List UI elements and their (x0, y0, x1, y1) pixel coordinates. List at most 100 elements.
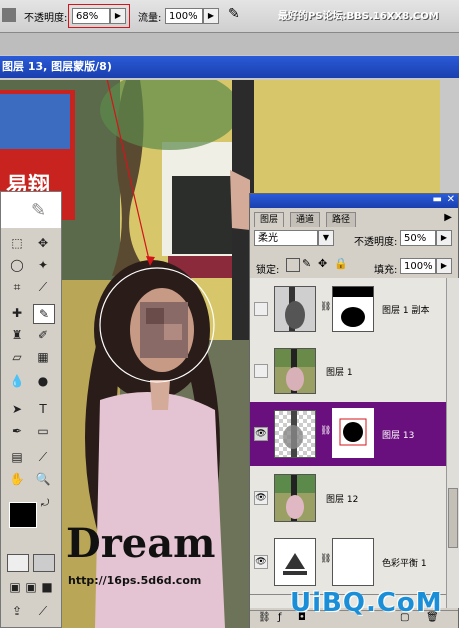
flow-label: 流量: (138, 13, 162, 24)
blur-tool-icon[interactable]: 💧 (7, 372, 27, 390)
layer-mask-thumbnail[interactable] (332, 538, 374, 586)
lock-label: 锁定: (256, 265, 280, 276)
healing-brush-icon[interactable]: ✚ (7, 304, 27, 322)
lock-position-icon[interactable]: ✥ (318, 257, 327, 270)
pen-tool-icon[interactable]: ✒ (7, 422, 27, 440)
layer-mask-thumbnail[interactable] (332, 286, 374, 332)
quick-mask-button[interactable] (33, 554, 55, 572)
layer-thumbnail-image (283, 411, 303, 457)
type-tool-icon[interactable]: T (33, 400, 53, 418)
workspace-gap (0, 33, 459, 55)
options-bar: 不透明度: 68% ▶ 流量: 100% ▶ ✎ 最好的PS论坛:BBS.16X… (0, 0, 459, 33)
layer-thumbnail (274, 348, 316, 394)
flow-field[interactable]: 100% (165, 8, 203, 24)
document-title-bar[interactable]: 图层 13, 图层蒙版/8) (0, 56, 459, 78)
scrollbar-thumb[interactable] (448, 488, 458, 548)
magic-wand-icon[interactable]: ✦ (33, 256, 53, 274)
blend-mode-dropdown-button[interactable]: ▼ (318, 230, 334, 246)
tools-panel: ✎ ⬚ ✥ ◯ ✦ ⌗ ⟋ ✚ ✎ ♜ ✐ ▱ ▦ 💧 ● ➤ T ✒ ▭ ▤ … (0, 191, 62, 628)
layer-thumbnail-image (275, 349, 315, 393)
layer-mask-thumbnail[interactable] (332, 408, 374, 458)
layer-row[interactable]: 👁 ⛓ 色彩平衡 1 (250, 530, 446, 595)
layer-thumbnail (274, 286, 316, 332)
brush-preset-icon[interactable] (2, 8, 16, 22)
layer-thumbnail-image (275, 287, 315, 331)
history-brush-icon[interactable]: ✐ (33, 326, 53, 344)
mask-thumbnail-image (333, 287, 373, 331)
layer-name: 图层 12 (326, 495, 359, 505)
fill-field[interactable]: 100% (400, 258, 436, 274)
photo-dream-text: Dream (66, 520, 216, 567)
layer-opacity-dropdown-button[interactable]: ▶ (436, 230, 452, 246)
stamp-tool-icon[interactable]: ♜ (7, 326, 27, 344)
screen-mode-black-icon[interactable]: ■ (37, 578, 57, 596)
layers-panel-titlebar[interactable]: ▬ ✕ (250, 194, 458, 208)
gradient-tool-icon[interactable]: ▦ (33, 348, 53, 366)
layer-opacity-field[interactable]: 50% (400, 230, 436, 246)
visibility-toggle[interactable] (254, 302, 268, 316)
layer-style-icon[interactable]: ƒ (278, 612, 282, 623)
foreground-color-swatch[interactable] (9, 502, 37, 528)
lasso-tool-icon[interactable]: ◯ (7, 256, 27, 274)
blend-mode-select[interactable]: 柔光 (254, 230, 318, 246)
hand-tool-icon[interactable]: ✋ (7, 470, 27, 488)
zoom-tool-icon[interactable]: 🔍 (33, 470, 53, 488)
slice-tool-icon[interactable]: ⟋ (33, 278, 53, 296)
opacity-dropdown-button[interactable]: ▶ (110, 8, 126, 24)
crop-tool-icon[interactable]: ⌗ (7, 278, 27, 296)
minimize-icon[interactable]: ▬ (433, 194, 442, 205)
layers-list: ⛓ 图层 1 副本 图层 1 👁 ⛓ 图层 13 👁 图层 12 👁 ⛓ 色彩平… (250, 278, 446, 608)
brush-tool-icon[interactable]: ✎ (33, 304, 55, 324)
layer-thumbnail (274, 474, 316, 522)
opacity-field[interactable]: 68% (72, 8, 110, 24)
tools-header: ✎ (1, 192, 61, 228)
tab-paths[interactable]: 路径 (326, 212, 357, 227)
path-select-icon[interactable]: ➤ (7, 400, 27, 418)
visibility-toggle[interactable] (254, 364, 268, 378)
photo-url-text: http://16ps.5d6d.com (68, 574, 202, 587)
move-tool-icon[interactable]: ✥ (33, 234, 53, 252)
visibility-toggle[interactable]: 👁 (254, 491, 268, 505)
flow-dropdown-button[interactable]: ▶ (203, 8, 219, 24)
panel-menu-icon[interactable]: ▶ (444, 212, 452, 223)
layer-row-selected[interactable]: 👁 ⛓ 图层 13 (250, 402, 446, 467)
eraser-tool-icon[interactable]: ▱ (7, 348, 27, 366)
swap-colors-icon[interactable]: ⤾ (41, 498, 49, 509)
fill-dropdown-button[interactable]: ▶ (436, 258, 452, 274)
color-balance-icon (275, 539, 315, 585)
visibility-toggle[interactable]: 👁 (254, 555, 268, 569)
link-layers-icon[interactable]: ⛓ (258, 612, 271, 623)
tab-layers[interactable]: 图层 (254, 212, 285, 227)
layers-scrollbar[interactable] (446, 278, 459, 608)
edit-in-imageready-icon[interactable]: ⟋ (33, 602, 53, 620)
lock-all-icon[interactable]: 🔒 (334, 257, 348, 270)
layer-name: 图层 13 (382, 431, 415, 441)
layer-name: 色彩平衡 1 (382, 559, 427, 569)
notes-tool-icon[interactable]: ▤ (7, 448, 27, 466)
eyedropper-icon[interactable]: ⟋ (33, 448, 53, 466)
layer-thumbnail-image (275, 475, 315, 521)
lock-image-icon[interactable]: ✎ (302, 257, 311, 270)
mask-thumbnail-image (334, 410, 372, 456)
layer-row[interactable]: 图层 1 (250, 340, 446, 403)
layers-panel: ▬ ✕ 图层 通道 路径 ▶ 柔光 ▼ 不透明度: 50% ▶ 锁定: ✎ ✥ … (249, 193, 459, 628)
shape-tool-icon[interactable]: ▭ (33, 422, 53, 440)
dodge-tool-icon[interactable]: ● (33, 372, 53, 390)
link-icon: ⛓ (320, 302, 332, 312)
layer-opacity-label: 不透明度: (354, 237, 398, 248)
marquee-tool-icon[interactable]: ⬚ (7, 234, 27, 252)
fill-label: 填充: (374, 265, 398, 276)
adjustment-thumbnail (274, 538, 316, 586)
layer-row[interactable]: ⛓ 图层 1 副本 (250, 278, 446, 341)
standard-mode-button[interactable] (7, 554, 29, 572)
lock-transparency-icon[interactable] (286, 258, 300, 272)
airbrush-icon[interactable]: ✎ (228, 6, 240, 22)
tab-channels[interactable]: 通道 (290, 212, 321, 227)
jump-to-imageready-icon[interactable]: ⇪ (7, 602, 27, 620)
layer-row[interactable]: 👁 图层 12 (250, 466, 446, 531)
layer-name: 图层 1 (326, 368, 353, 378)
close-icon[interactable]: ✕ (447, 194, 455, 205)
layer-thumbnail (274, 410, 316, 458)
visibility-toggle[interactable]: 👁 (254, 427, 268, 441)
opacity-label: 不透明度: (24, 13, 68, 24)
